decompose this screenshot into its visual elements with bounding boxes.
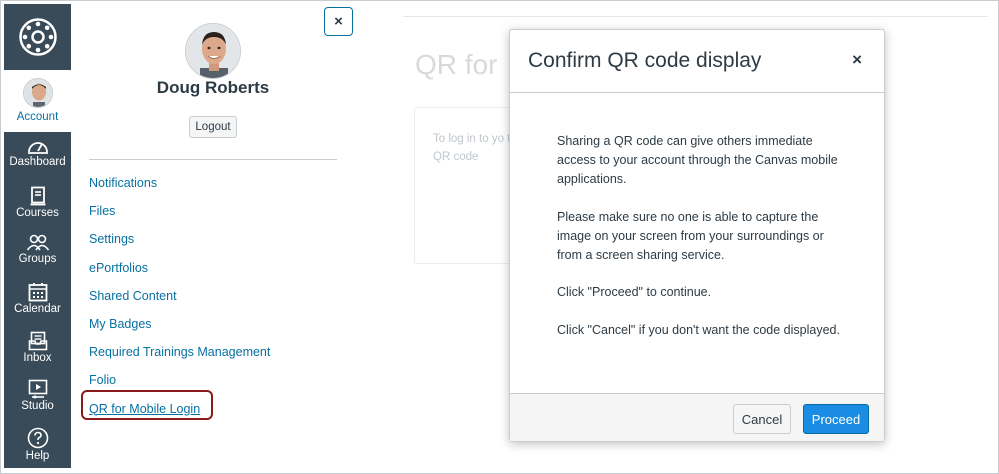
nav-item-label: Inbox xyxy=(23,352,52,364)
dashboard-icon xyxy=(27,142,48,154)
divider xyxy=(89,159,337,160)
studio-icon xyxy=(28,379,47,399)
modal-footer: Cancel Proceed xyxy=(510,393,884,441)
profile-avatar xyxy=(185,23,241,79)
highlight-box xyxy=(81,389,213,420)
proceed-button[interactable]: Proceed xyxy=(803,404,869,434)
page-title: QR for xyxy=(415,49,498,80)
nav-item-studio[interactable]: Studio xyxy=(4,374,71,422)
groups-icon xyxy=(26,234,49,251)
nav-item-groups[interactable]: Groups xyxy=(4,229,71,277)
tray-link-shared-content[interactable]: Shared Content xyxy=(89,289,270,317)
tray-link-files[interactable]: Files xyxy=(89,204,270,232)
modal-title: Confirm QR code display xyxy=(528,49,762,72)
nav-item-label: Studio xyxy=(21,400,54,412)
modal-paragraph: Click "Cancel" if you don't want the cod… xyxy=(557,322,840,337)
inbox-icon xyxy=(28,331,47,351)
tray-link-my-badges[interactable]: My Badges xyxy=(89,317,270,345)
nav-item-dashboard[interactable]: Dashboard xyxy=(4,132,71,180)
tray-links: Notifications Files Settings ePortfolios… xyxy=(81,176,270,430)
calendar-icon xyxy=(28,283,47,302)
tray-close-button[interactable]: × xyxy=(324,7,353,36)
help-icon xyxy=(27,427,48,449)
logout-button[interactable]: Logout xyxy=(189,116,237,138)
modal-paragraph: Sharing a QR code can give others immedi… xyxy=(557,134,838,186)
tray-link-required-trainings[interactable]: Required Trainings Management xyxy=(89,345,270,373)
profile-name: Doug Roberts xyxy=(156,78,270,97)
nav-item-label: Help xyxy=(25,450,50,462)
courses-icon xyxy=(30,186,45,206)
nav-item-label: Calendar xyxy=(14,303,61,315)
nav-item-label: Courses xyxy=(16,207,59,219)
modal-paragraph: Click "Proceed" to continue. xyxy=(557,285,712,299)
canvas-logo-icon[interactable] xyxy=(4,4,71,70)
nav-item-account[interactable]: Account xyxy=(4,70,71,132)
nav-item-inbox[interactable]: Inbox xyxy=(4,326,71,374)
global-nav: Account Dashboard Courses Groups Calenda… xyxy=(4,4,71,468)
close-icon[interactable]: × xyxy=(852,50,862,70)
nav-item-courses[interactable]: Courses xyxy=(4,181,71,229)
nav-item-calendar[interactable]: Calendar xyxy=(4,277,71,325)
cancel-button[interactable]: Cancel xyxy=(733,404,791,434)
confirm-qr-modal: Confirm QR code display × Sharing a QR c… xyxy=(509,29,885,442)
nav-item-label: Dashboard xyxy=(9,156,66,168)
modal-paragraph: Please make sure no one is able to captu… xyxy=(557,209,824,262)
avatar xyxy=(22,78,53,108)
tray-link-settings[interactable]: Settings xyxy=(89,232,270,260)
modal-body: Sharing a QR code can give others immedi… xyxy=(557,132,847,358)
tray-link-qr-mobile-login[interactable]: QR for Mobile Login xyxy=(81,389,270,430)
tray-link-eportfolios[interactable]: ePortfolios xyxy=(89,261,270,289)
nav-item-label: Groups xyxy=(18,253,57,265)
account-tray: × Doug Roberts Logout Notifications File… xyxy=(71,4,401,470)
tray-link-notifications[interactable]: Notifications xyxy=(89,176,270,204)
modal-header: Confirm QR code display × xyxy=(510,30,884,93)
nav-item-help[interactable]: Help xyxy=(4,422,71,470)
nav-item-label: Account xyxy=(16,111,59,123)
